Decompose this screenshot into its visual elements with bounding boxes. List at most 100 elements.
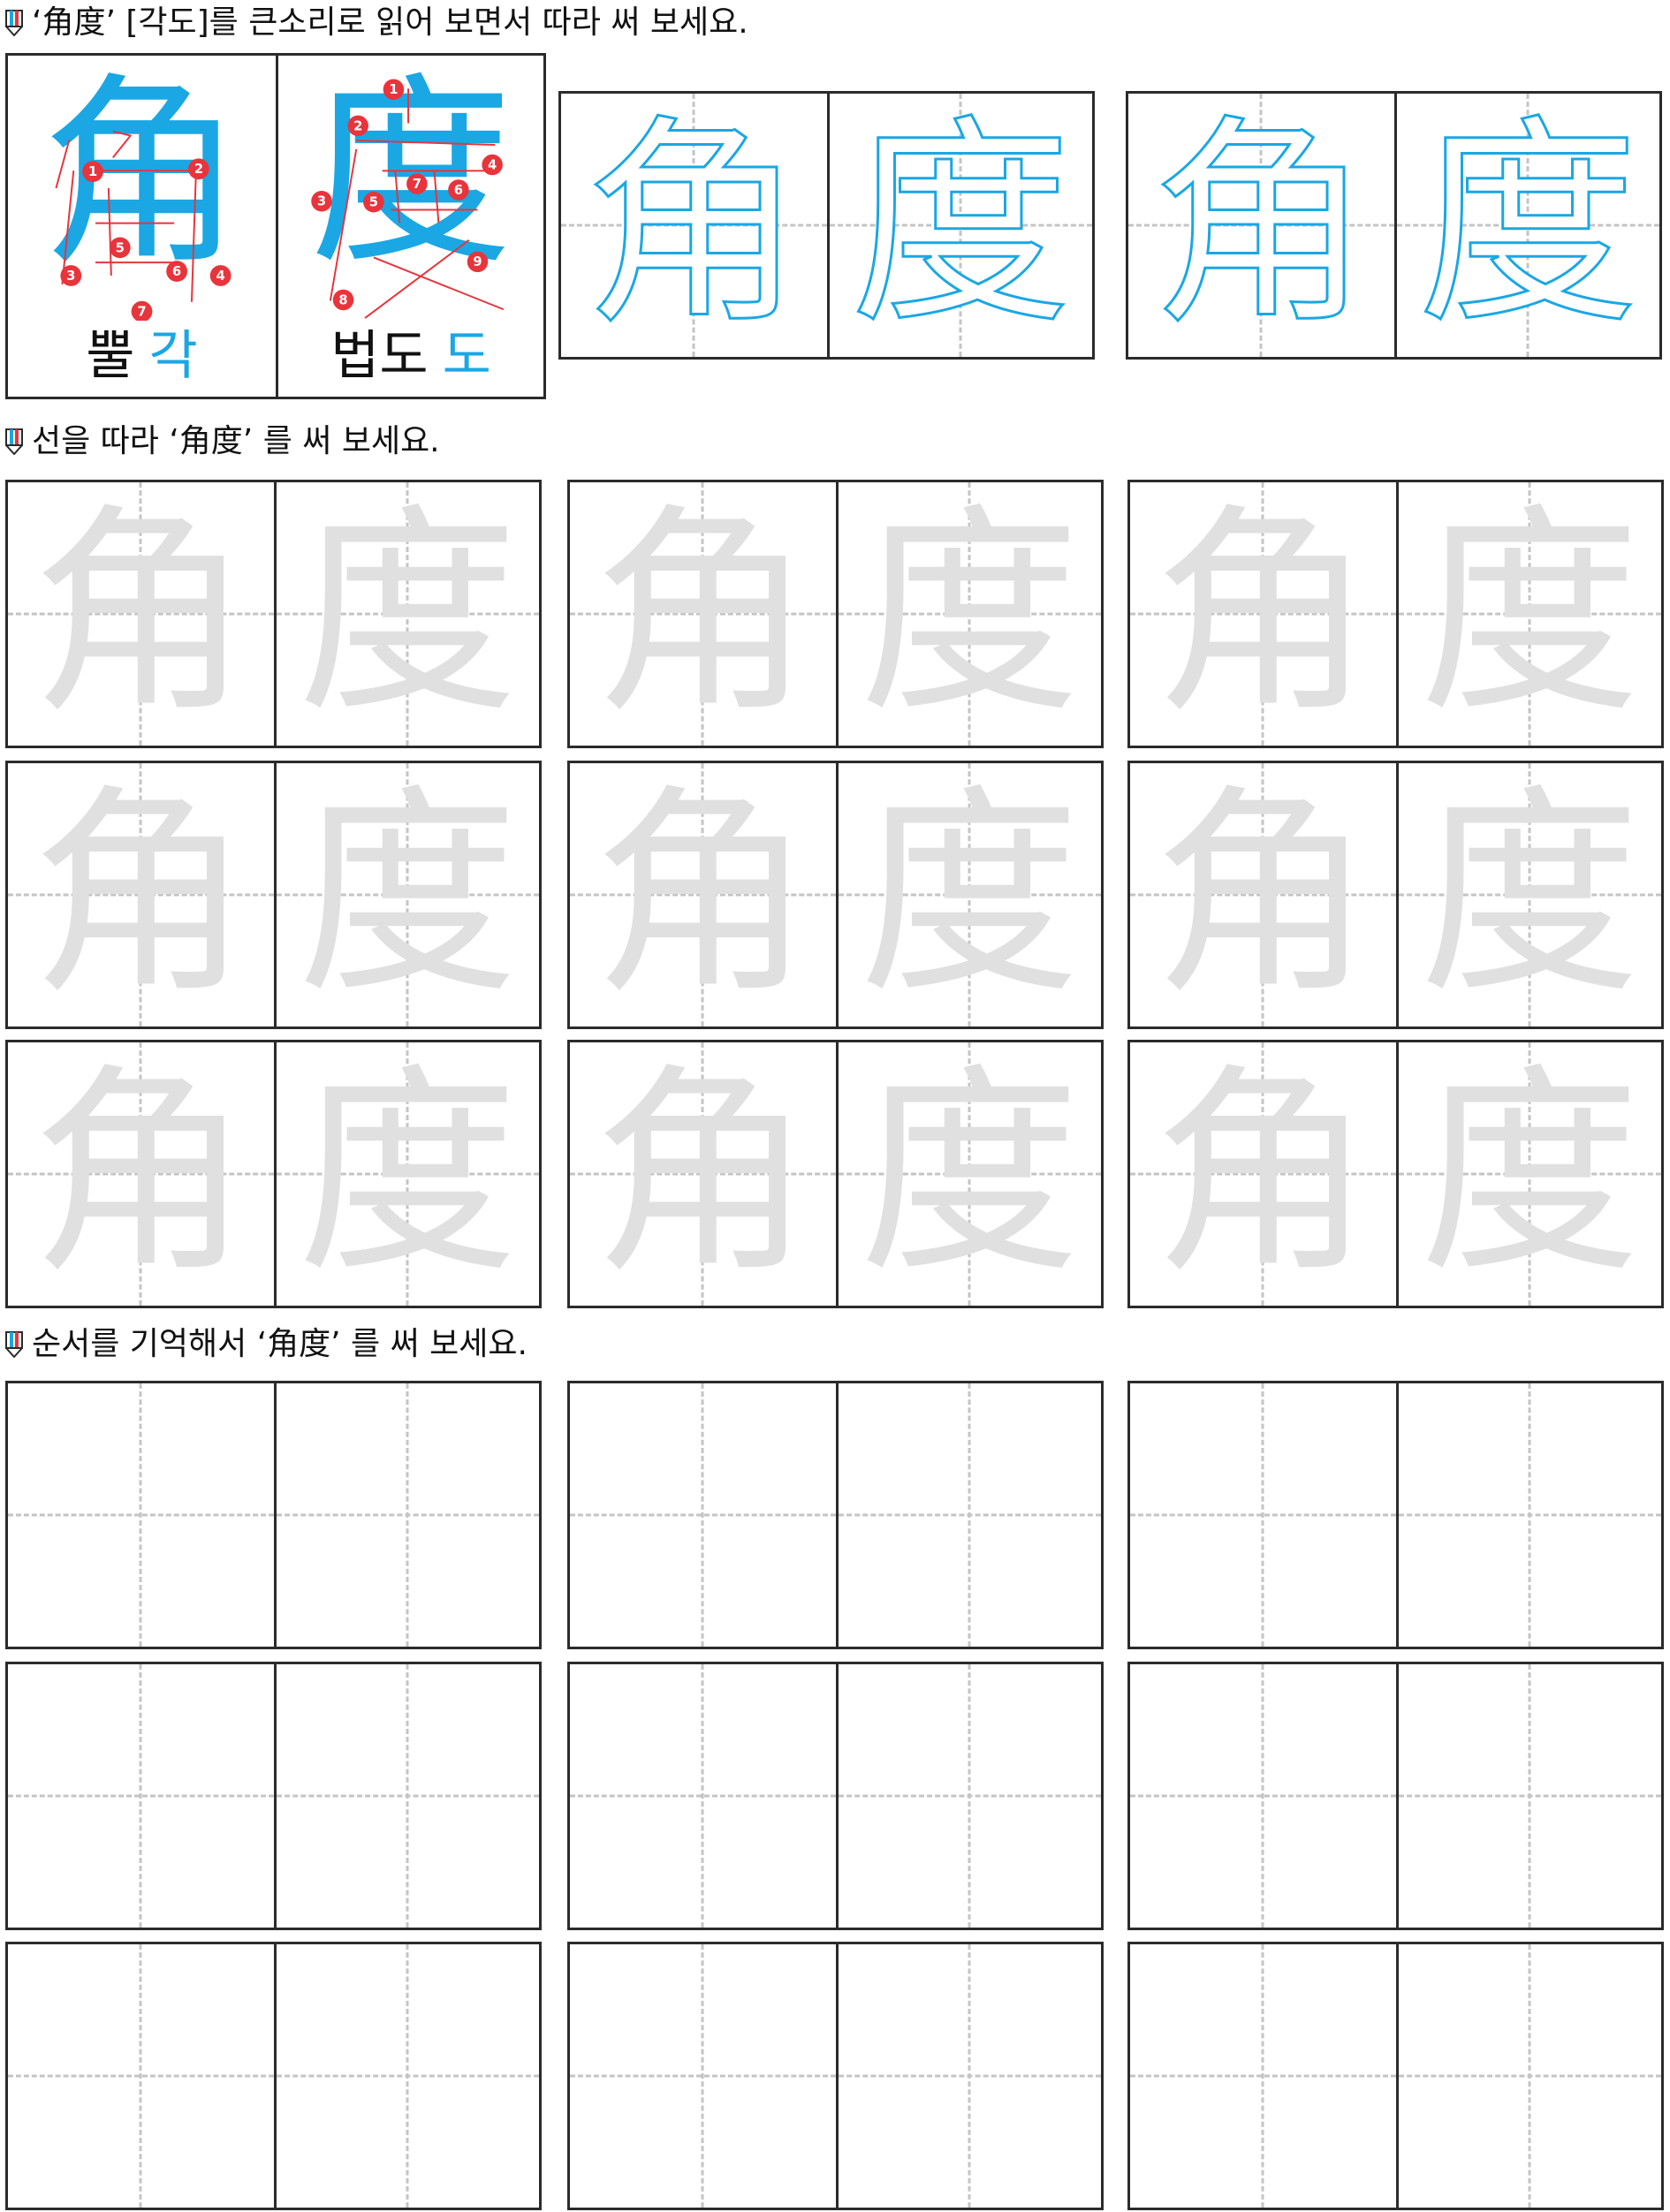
tracing-cell[interactable]: 度: [1395, 482, 1661, 746]
tracing-cell[interactable]: 角: [570, 763, 836, 1026]
trace-glyph: 度: [297, 766, 519, 1023]
tracing-cell[interactable]: 度: [835, 1042, 1101, 1306]
guide-line: [406, 1383, 409, 1647]
order-label: 7: [137, 304, 146, 320]
outline-cell: 角: [561, 94, 827, 357]
model-box: 角 1 2 3 4 5 6 7 뿔각 度 1 2 3 4 5 6 7 8 9 법…: [5, 53, 546, 399]
trace-glyph: 角: [30, 485, 252, 742]
model-glyph: 度: [308, 57, 512, 292]
tracing-cell[interactable]: 度: [835, 482, 1101, 746]
model-char-1: 角 1 2 3 4 5 6 7 뿔각: [8, 56, 276, 397]
tracing-cell[interactable]: 角: [8, 482, 274, 746]
tracing-cell[interactable]: 度: [273, 482, 539, 746]
writing-cell[interactable]: [570, 1664, 836, 1928]
tracing-box: 角度: [5, 480, 542, 748]
trace-glyph: 度: [297, 1045, 519, 1302]
outline-box: 角 度: [558, 91, 1095, 360]
meaning-text: 법도: [330, 325, 429, 387]
pencil-icon: [5, 10, 23, 36]
writing-cell[interactable]: [570, 1944, 836, 2208]
tracing-cell[interactable]: 度: [835, 763, 1101, 1026]
section3-instruction: 순서를 기억해서 ‘角度’ 를 써 보세요.: [5, 1325, 528, 1364]
writing-cell[interactable]: [835, 1383, 1101, 1647]
section1-instruction: ‘角度’ [각도]를 큰소리로 읽어 보면서 따라 써 보세요.: [5, 4, 748, 42]
tracing-box: 角度: [567, 480, 1104, 748]
writing-cell[interactable]: [8, 1664, 274, 1928]
outline-glyph: 度: [1416, 96, 1640, 353]
tracing-box: 角度: [567, 1040, 1104, 1308]
section3-instruction-text: 순서를 기억해서 ‘角度’ 를 써 보세요.: [32, 1326, 528, 1362]
tracing-box: 角度: [5, 761, 542, 1029]
pencil-icon: [5, 1331, 23, 1358]
trace-glyph: 角: [1152, 485, 1374, 742]
trace-glyph: 度: [1419, 485, 1641, 742]
guide-line: [1528, 1664, 1531, 1928]
writing-cell[interactable]: [1130, 1383, 1396, 1647]
practice-box: [1127, 1662, 1664, 1930]
guide-line: [139, 1944, 142, 2208]
writing-cell[interactable]: [1395, 1664, 1661, 1928]
tracing-box: 角度: [1127, 1040, 1664, 1308]
writing-cell[interactable]: [1130, 1664, 1396, 1928]
tracing-cell[interactable]: 度: [1395, 1042, 1661, 1306]
tracing-cell[interactable]: 角: [8, 1042, 274, 1306]
writing-cell[interactable]: [835, 1664, 1101, 1928]
trace-glyph: 度: [1419, 766, 1641, 1023]
outline-glyph: 度: [849, 96, 1073, 353]
guide-line: [1261, 1383, 1264, 1647]
guide-line: [968, 1944, 971, 2208]
tracing-cell[interactable]: 度: [1395, 763, 1661, 1026]
trace-glyph: 角: [1152, 1045, 1374, 1302]
outline-glyph: 角: [582, 96, 806, 353]
writing-cell[interactable]: [273, 1383, 539, 1647]
trace-glyph: 度: [1419, 1045, 1641, 1302]
guide-line: [1528, 1383, 1531, 1647]
writing-cell[interactable]: [273, 1664, 539, 1928]
guide-line: [139, 1383, 142, 1647]
sound-text: 각: [148, 325, 198, 387]
writing-cell[interactable]: [8, 1944, 274, 2208]
tracing-cell[interactable]: 角: [1130, 482, 1396, 746]
section1-instruction-text: ‘角度’ [각도]를 큰소리로 읽어 보면서 따라 써 보세요.: [32, 4, 748, 41]
practice-box: [5, 1662, 542, 1930]
guide-line: [968, 1383, 971, 1647]
practice-box: [567, 1662, 1104, 1930]
trace-glyph: 角: [30, 766, 252, 1023]
tracing-box: 角度: [5, 1040, 542, 1308]
tracing-cell[interactable]: 度: [273, 763, 539, 1026]
sound-text: 도: [442, 325, 491, 387]
tracing-cell[interactable]: 角: [570, 1042, 836, 1306]
tracing-cell[interactable]: 度: [273, 1042, 539, 1306]
practice-box: [567, 1381, 1104, 1649]
tracing-cell[interactable]: 角: [1130, 1042, 1396, 1306]
writing-cell[interactable]: [1395, 1383, 1661, 1647]
trace-glyph: 度: [859, 766, 1081, 1023]
model-reading: 뿔각: [8, 330, 276, 383]
order-label: 8: [338, 292, 347, 307]
guide-line: [139, 1664, 142, 1928]
tracing-cell[interactable]: 角: [8, 763, 274, 1026]
outline-cell: 度: [826, 94, 1092, 357]
tracing-cell[interactable]: 角: [1130, 763, 1396, 1026]
model-char-2: 度 1 2 3 4 5 6 7 8 9 법도 도: [276, 56, 543, 397]
guide-line: [1261, 1664, 1264, 1928]
practice-box: [5, 1381, 542, 1649]
tracing-box: 角度: [567, 761, 1104, 1029]
practice-box: [1127, 1381, 1664, 1649]
trace-glyph: 角: [592, 766, 814, 1023]
tracing-box: 角度: [1127, 480, 1664, 748]
practice-box: [1127, 1942, 1664, 2210]
writing-cell[interactable]: [1130, 1944, 1396, 2208]
writing-cell[interactable]: [8, 1383, 274, 1647]
guide-line: [1261, 1944, 1264, 2208]
writing-cell[interactable]: [1395, 1944, 1661, 2208]
writing-cell[interactable]: [273, 1944, 539, 2208]
trace-glyph: 角: [30, 1045, 252, 1302]
practice-box: [5, 1942, 542, 2210]
guide-line: [701, 1664, 704, 1928]
trace-glyph: 度: [859, 485, 1081, 742]
writing-cell[interactable]: [570, 1383, 836, 1647]
section2-instruction: 선을 따라 ‘角度’ 를 써 보세요.: [5, 422, 440, 461]
writing-cell[interactable]: [835, 1944, 1101, 2208]
tracing-cell[interactable]: 角: [570, 482, 836, 746]
